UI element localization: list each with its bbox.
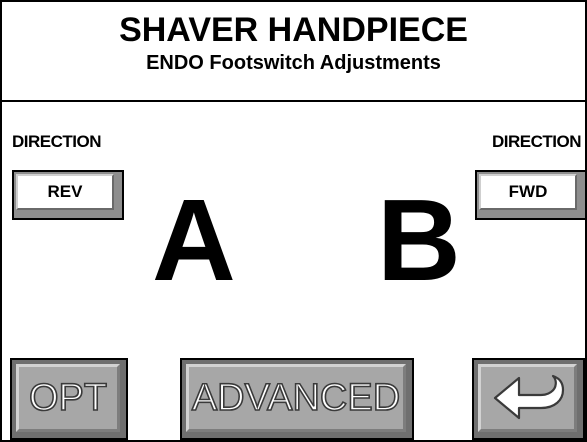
rev-button[interactable]: REV [12,170,124,220]
rev-button-label: REV [16,174,114,210]
opt-button-label: OPT [28,376,108,420]
bottom-bar: OPT ADVANCED [2,358,585,440]
advanced-button-label: ADVANCED [191,376,401,420]
advanced-button[interactable]: ADVANCED [180,358,414,440]
screen: SHAVER HANDPIECE ENDO Footswitch Adjustm… [0,0,587,442]
left-direction-label: DIRECTION [12,132,102,151]
pedal-a-letter: A [152,175,236,305]
header: SHAVER HANDPIECE ENDO Footswitch Adjustm… [2,2,585,102]
fwd-button[interactable]: FWD [475,170,587,220]
back-button[interactable] [472,358,585,440]
page-title: SHAVER HANDPIECE [119,11,468,49]
pedal-b-letter: B [377,175,461,305]
return-arrow-icon [493,374,564,420]
page-subtitle: ENDO Footswitch Adjustments [146,52,441,74]
right-direction-label: DIRECTION [492,132,582,151]
fwd-button-label: FWD [479,174,577,210]
opt-button[interactable]: OPT [10,358,128,440]
